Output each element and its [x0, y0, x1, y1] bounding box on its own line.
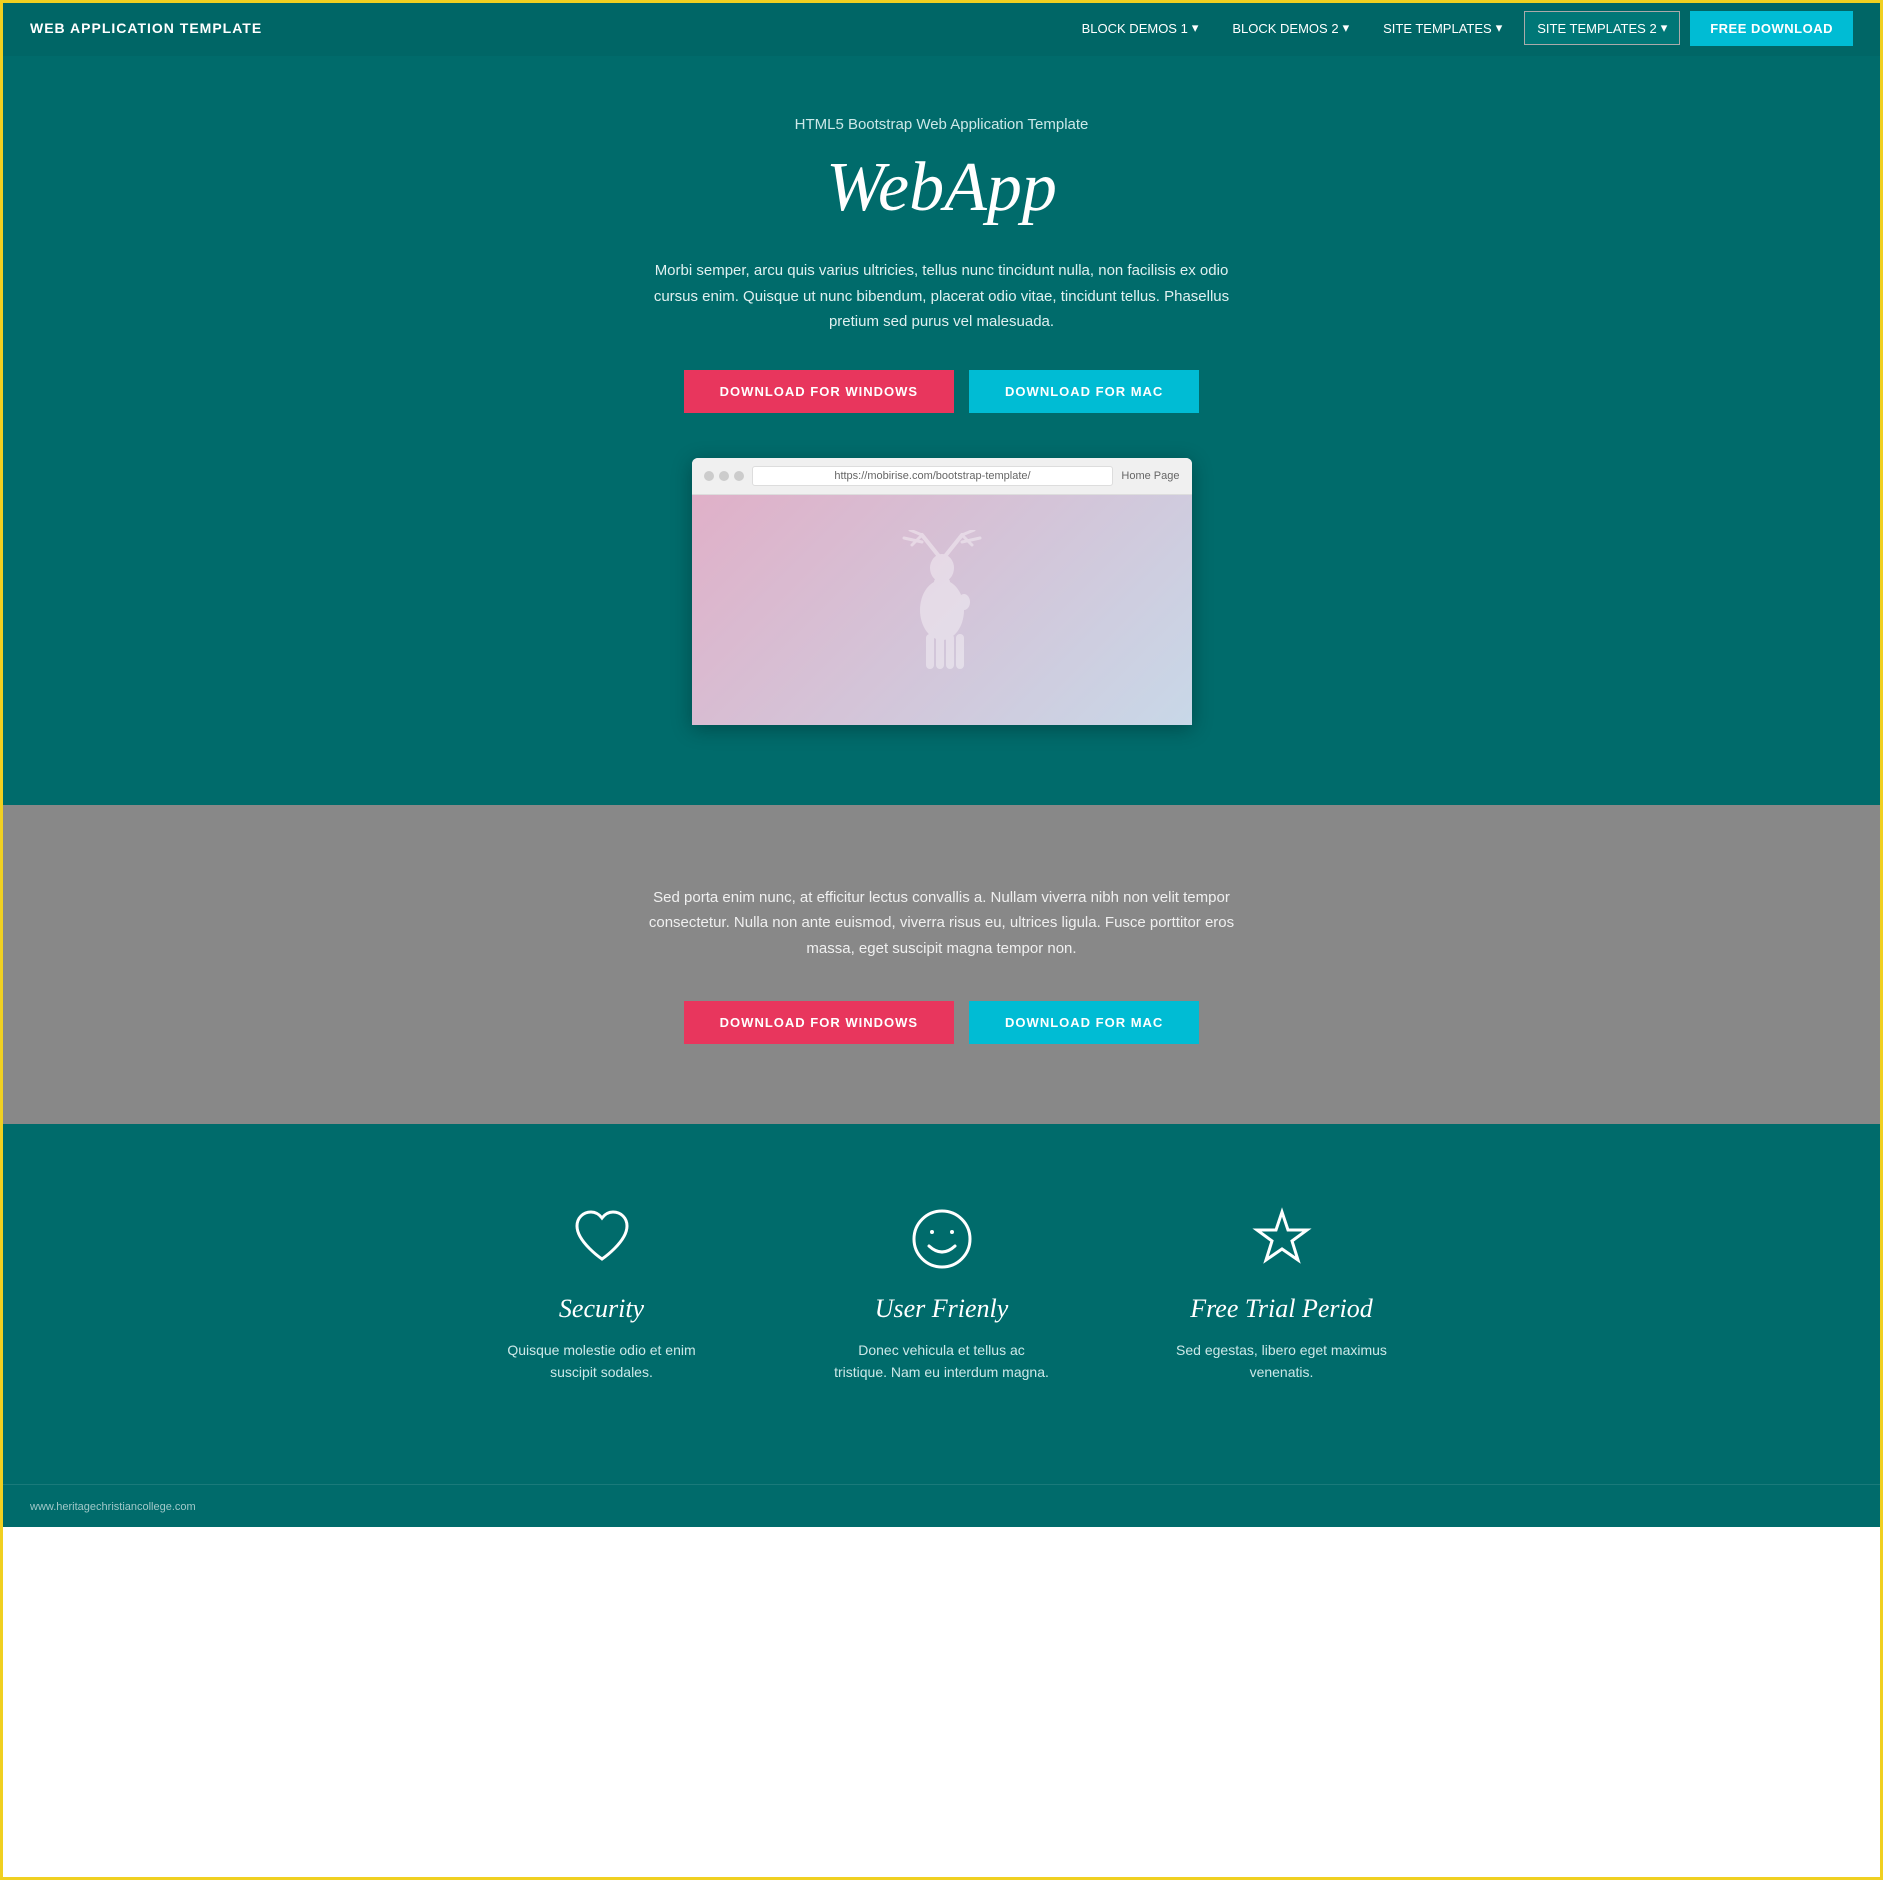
- download-windows-button[interactable]: DOWNLOAD FOR WINDOWS: [684, 370, 954, 413]
- hero-buttons: DOWNLOAD FOR WINDOWS DOWNLOAD FOR MAC: [20, 370, 1863, 413]
- browser-dots: [704, 471, 744, 481]
- feature-free-trial-desc: Sed egestas, libero eget maximus venenat…: [1172, 1339, 1392, 1384]
- nav-site-templates[interactable]: SITE TEMPLATES ▾: [1371, 12, 1514, 44]
- hero-section: HTML5 Bootstrap Web Application Template…: [0, 56, 1883, 805]
- chevron-down-icon: ▾: [1343, 20, 1350, 36]
- browser-dot-3: [734, 471, 744, 481]
- star-icon: [1247, 1204, 1317, 1274]
- mid-buttons: DOWNLOAD FOR WINDOWS DOWNLOAD FOR MAC: [20, 1001, 1863, 1044]
- hero-description: Morbi semper, arcu quis varius ultricies…: [642, 258, 1242, 335]
- feature-user-friendly-desc: Donec vehicula et tellus ac tristique. N…: [832, 1339, 1052, 1384]
- footer-url: www.heritagechristiancollege.com: [30, 1501, 196, 1513]
- feature-security: Security Quisque molestie odio et enim s…: [492, 1204, 712, 1384]
- browser-dot-1: [704, 471, 714, 481]
- footer: www.heritagechristiancollege.com: [0, 1484, 1883, 1527]
- chevron-down-icon: ▾: [1192, 20, 1199, 36]
- hero-subtitle: HTML5 Bootstrap Web Application Template: [20, 116, 1863, 133]
- deer-silhouette-icon: [882, 530, 1002, 690]
- browser-url: https://mobirise.com/bootstrap-template/: [752, 466, 1114, 486]
- hero-title: WebApp: [20, 148, 1863, 228]
- feature-free-trial-title: Free Trial Period: [1190, 1294, 1372, 1324]
- chevron-down-icon: ▾: [1496, 20, 1503, 36]
- nav-site-templates-2[interactable]: SITE TEMPLATES 2 ▾: [1524, 11, 1680, 45]
- navbar-right: BLOCK DEMOS 1 ▾ BLOCK DEMOS 2 ▾ SITE TEM…: [1070, 11, 1853, 46]
- heart-icon: [567, 1204, 637, 1274]
- browser-mockup: https://mobirise.com/bootstrap-template/…: [692, 458, 1192, 725]
- mid-download-mac-button[interactable]: DOWNLOAD FOR MAC: [969, 1001, 1199, 1044]
- download-mac-button[interactable]: DOWNLOAD FOR MAC: [969, 370, 1199, 413]
- free-download-button[interactable]: FREE DOWNLOAD: [1690, 11, 1853, 46]
- browser-home-label: Home Page: [1121, 470, 1179, 482]
- brand-logo: WEB APPLICATION TEMPLATE: [30, 20, 262, 36]
- features-grid: Security Quisque molestie odio et enim s…: [492, 1204, 1392, 1384]
- mid-section: Sed porta enim nunc, at efficitur lectus…: [0, 805, 1883, 1125]
- browser-content: [692, 495, 1192, 725]
- feature-security-title: Security: [559, 1294, 644, 1324]
- smiley-icon: [907, 1204, 977, 1274]
- chevron-down-icon: ▾: [1661, 20, 1668, 36]
- feature-user-friendly: User Frienly Donec vehicula et tellus ac…: [832, 1204, 1052, 1384]
- features-section: Security Quisque molestie odio et enim s…: [0, 1124, 1883, 1484]
- nav-block-demos-2[interactable]: BLOCK DEMOS 2 ▾: [1220, 12, 1361, 44]
- mid-download-windows-button[interactable]: DOWNLOAD FOR WINDOWS: [684, 1001, 954, 1044]
- navbar: WEB APPLICATION TEMPLATE BLOCK DEMOS 1 ▾…: [0, 0, 1883, 56]
- feature-free-trial: Free Trial Period Sed egestas, libero eg…: [1172, 1204, 1392, 1384]
- browser-toolbar: https://mobirise.com/bootstrap-template/…: [692, 458, 1192, 495]
- mid-description: Sed porta enim nunc, at efficitur lectus…: [632, 885, 1252, 962]
- nav-block-demos-1[interactable]: BLOCK DEMOS 1 ▾: [1070, 12, 1211, 44]
- feature-security-desc: Quisque molestie odio et enim suscipit s…: [492, 1339, 712, 1384]
- feature-user-friendly-title: User Frienly: [875, 1294, 1009, 1324]
- browser-dot-2: [719, 471, 729, 481]
